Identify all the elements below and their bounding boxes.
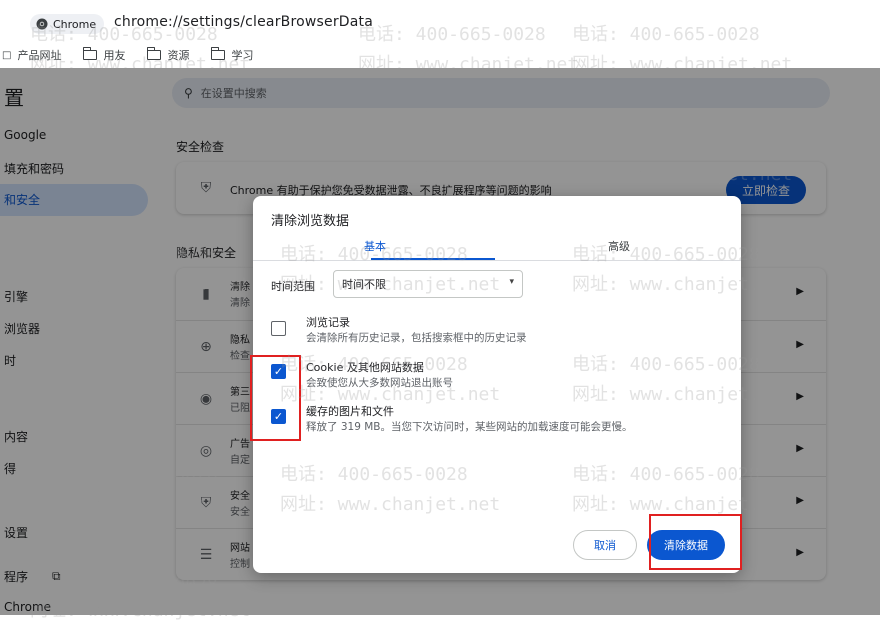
browser-titlebar: Chrome chrome://settings/clearBrowserDat… <box>0 0 880 48</box>
checkbox-highlight <box>250 355 301 441</box>
option-cache-desc: 释放了 319 MB。当您下次访问时，某些网站的加载速度可能会更慢。 <box>306 421 633 433</box>
dialog-title: 清除浏览数据 <box>271 214 350 229</box>
cancel-button[interactable]: 取消 <box>573 530 637 560</box>
option-history-title: 浏览记录 <box>306 316 350 329</box>
bookmark-folder[interactable]: 资源 <box>146 47 190 63</box>
time-range-label: 时间范围 <box>271 280 315 293</box>
tab-advanced[interactable]: 高级 <box>497 238 741 260</box>
tab-basic[interactable]: 基本 <box>253 238 497 260</box>
time-range-select[interactable]: 时间不限 ▾ <box>333 270 523 298</box>
bookmark-label: 资源 <box>167 49 190 62</box>
option-cache-title: 缓存的图片和文件 <box>306 405 394 418</box>
time-range-value: 时间不限 <box>342 278 386 291</box>
bookmark-label: 用友 <box>103 49 126 62</box>
bookmark-folder[interactable]: 用友 <box>82 47 126 63</box>
bookmark-label: 产品网址 <box>17 49 62 62</box>
folder-icon <box>82 47 98 60</box>
clear-button-highlight <box>649 514 742 570</box>
tab-divider <box>253 260 741 261</box>
option-cookies-desc: 会致使您从大多数网站退出账号 <box>306 377 453 389</box>
chrome-chip-label: Chrome <box>53 17 97 31</box>
checkbox-history[interactable] <box>271 321 286 336</box>
option-cookies-title: Cookie 及其他网站数据 <box>306 361 424 374</box>
bookmarks-bar: □ 产品网址 用友 资源 学习 <box>0 42 880 68</box>
bookmark-item[interactable]: □ 产品网址 <box>2 47 61 63</box>
folder-icon <box>146 47 162 60</box>
bookmark-icon: □ <box>2 49 12 61</box>
chrome-chip[interactable]: Chrome <box>30 14 105 34</box>
bookmark-label: 学习 <box>231 49 254 62</box>
folder-icon <box>210 47 226 60</box>
option-history-desc: 会清除所有历史记录，包括搜索框中的历史记录 <box>306 332 527 344</box>
dropdown-caret-icon: ▾ <box>509 277 514 287</box>
bookmark-folder[interactable]: 学习 <box>210 47 254 63</box>
chrome-icon <box>36 18 48 30</box>
address-bar-url[interactable]: chrome://settings/clearBrowserData <box>114 14 373 30</box>
